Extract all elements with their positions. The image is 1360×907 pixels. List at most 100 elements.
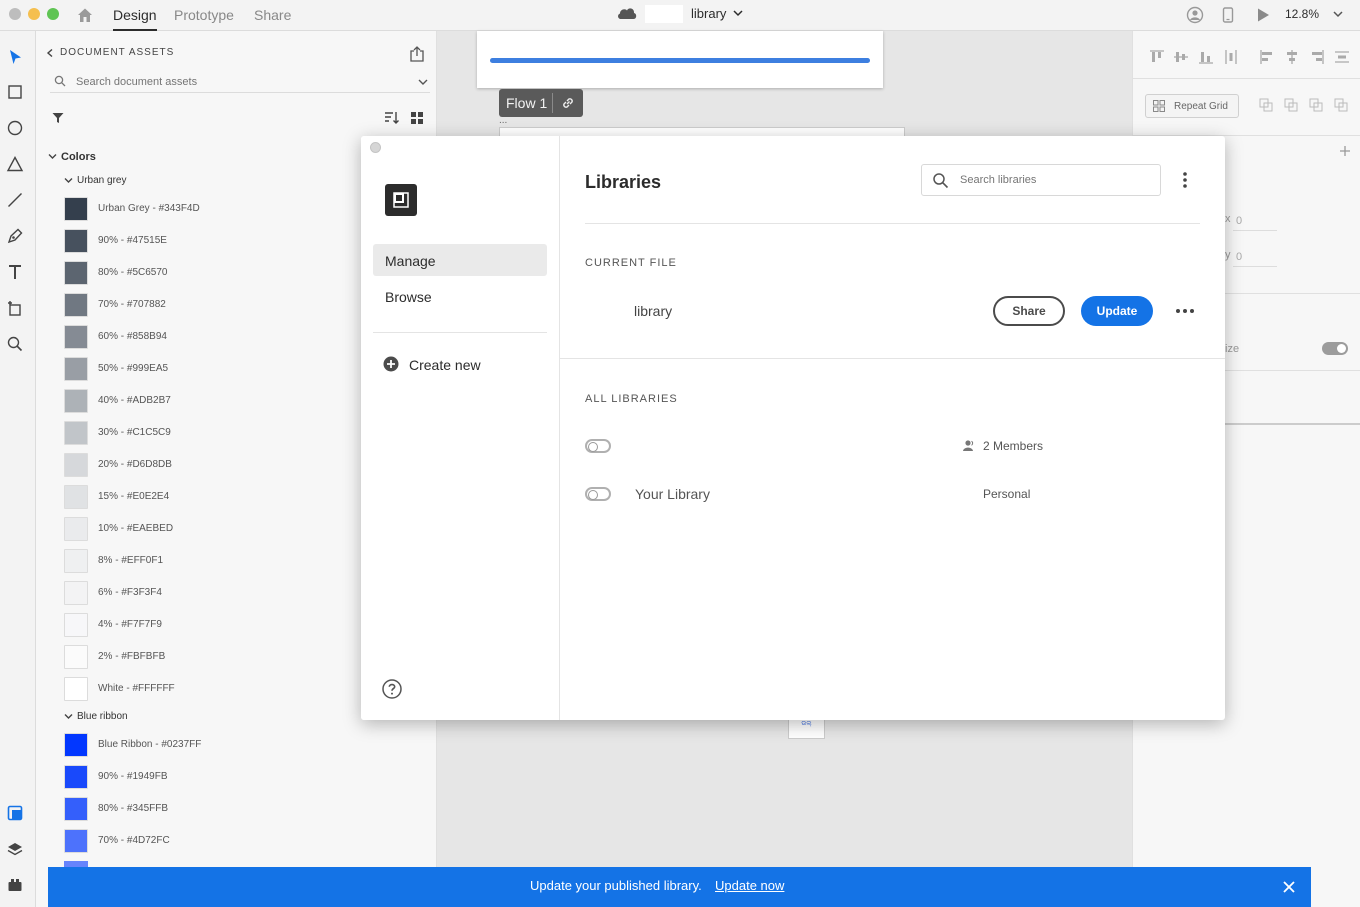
tab-design[interactable]: Design xyxy=(113,7,157,31)
colors-chevron-down-icon[interactable] xyxy=(48,153,57,160)
color-swatch[interactable] xyxy=(64,453,88,477)
color-swatch[interactable] xyxy=(64,549,88,573)
pen-tool-icon[interactable] xyxy=(6,227,24,245)
grid-view-icon[interactable] xyxy=(410,111,424,125)
text-tool-icon[interactable] xyxy=(6,263,24,281)
color-swatch[interactable] xyxy=(64,261,88,285)
share-export-icon[interactable] xyxy=(408,45,426,63)
x-value[interactable]: 0 xyxy=(1236,215,1242,227)
sort-icon[interactable] xyxy=(384,111,400,125)
boolean-exclude-icon[interactable] xyxy=(1334,98,1348,112)
color-swatch-item[interactable]: 70% - #4D72FC xyxy=(64,829,424,855)
tab-prototype[interactable]: Prototype xyxy=(174,7,234,23)
layers-icon[interactable] xyxy=(6,840,24,858)
polygon-tool-icon[interactable] xyxy=(6,155,24,173)
boolean-add-icon[interactable] xyxy=(1259,98,1273,112)
device-preview-icon[interactable] xyxy=(1219,6,1237,24)
home-icon[interactable] xyxy=(76,6,94,24)
color-group-label[interactable]: Blue ribbon xyxy=(77,711,128,722)
color-swatch[interactable] xyxy=(64,613,88,637)
color-swatch-item[interactable]: 90% - #1949FB xyxy=(64,765,424,791)
zoom-chevron-down-icon[interactable] xyxy=(1333,10,1343,18)
library-enable-toggle[interactable] xyxy=(585,487,611,501)
chevron-left-icon[interactable] xyxy=(46,49,54,57)
artboard-thumbnail[interactable]: ଉଲ୍ xyxy=(788,717,825,739)
color-swatch[interactable] xyxy=(64,389,88,413)
color-swatch[interactable] xyxy=(64,325,88,349)
responsive-resize-toggle[interactable] xyxy=(1322,342,1348,355)
color-swatch[interactable] xyxy=(64,733,88,757)
more-vertical-icon[interactable] xyxy=(1179,170,1191,190)
color-swatch[interactable] xyxy=(64,581,88,605)
assets-icon[interactable] xyxy=(6,804,24,822)
color-swatch[interactable] xyxy=(64,517,88,541)
library-enable-toggle[interactable] xyxy=(585,439,611,453)
color-swatch[interactable] xyxy=(64,677,88,701)
user-icon[interactable] xyxy=(1186,6,1204,24)
color-swatch[interactable] xyxy=(64,485,88,509)
line-tool-icon[interactable] xyxy=(6,191,24,209)
zoom-tool-icon[interactable] xyxy=(6,335,24,353)
assets-search-input[interactable] xyxy=(76,73,396,91)
play-icon[interactable] xyxy=(1254,6,1272,24)
update-button[interactable]: Update xyxy=(1081,296,1153,326)
color-swatch[interactable] xyxy=(64,797,88,821)
filter-icon[interactable] xyxy=(52,112,64,124)
color-group-label[interactable]: Urban grey xyxy=(77,175,126,186)
y-value[interactable]: 0 xyxy=(1236,251,1242,263)
distribute-vertical-icon[interactable] xyxy=(1334,49,1350,65)
color-swatch-item[interactable]: 80% - #345FFB xyxy=(64,797,424,823)
tab-share[interactable]: Share xyxy=(254,7,291,23)
color-swatch[interactable] xyxy=(64,357,88,381)
members-icon xyxy=(963,440,974,451)
rectangle-tool-icon[interactable] xyxy=(6,83,24,101)
window-maximize-button[interactable] xyxy=(47,8,59,20)
color-swatch[interactable] xyxy=(64,229,88,253)
align-bottom-icon[interactable] xyxy=(1198,49,1214,65)
artboard-more[interactable]: ... xyxy=(499,115,507,126)
dialog-close-button[interactable] xyxy=(370,142,381,153)
plugins-icon[interactable] xyxy=(6,876,24,894)
artboard[interactable] xyxy=(477,31,883,88)
window-minimize-button[interactable] xyxy=(28,8,40,20)
color-swatch[interactable] xyxy=(64,645,88,669)
boolean-intersect-icon[interactable] xyxy=(1309,98,1323,112)
group-chevron-down-icon[interactable] xyxy=(64,713,73,720)
colors-section-label[interactable]: Colors xyxy=(61,151,96,163)
color-swatch[interactable] xyxy=(64,765,88,789)
ellipse-tool-icon[interactable] xyxy=(6,119,24,137)
align-right-icon[interactable] xyxy=(1309,49,1325,65)
align-center-icon[interactable] xyxy=(1284,49,1300,65)
update-now-link[interactable]: Update now xyxy=(715,878,784,893)
libraries-search-input[interactable] xyxy=(960,172,1150,188)
artboard-tool-icon[interactable] xyxy=(6,299,24,317)
repeat-grid-button[interactable]: Repeat Grid xyxy=(1145,94,1239,118)
boolean-subtract-icon[interactable] xyxy=(1284,98,1298,112)
align-left-icon[interactable] xyxy=(1259,49,1275,65)
flow-badge[interactable]: Flow 1 xyxy=(499,89,583,117)
chevron-down-icon[interactable] xyxy=(418,78,428,86)
sidebar-item-browse[interactable]: Browse xyxy=(373,280,547,312)
document-title[interactable]: library xyxy=(691,6,726,21)
more-horizontal-icon[interactable] xyxy=(1175,304,1195,318)
color-swatch[interactable] xyxy=(64,293,88,317)
share-button[interactable]: Share xyxy=(993,296,1065,326)
window-close-button[interactable] xyxy=(9,8,21,20)
color-swatch[interactable] xyxy=(64,421,88,445)
color-swatch[interactable] xyxy=(64,829,88,853)
align-top-icon[interactable] xyxy=(1149,49,1165,65)
distribute-horizontal-icon[interactable] xyxy=(1223,49,1239,65)
create-new-button[interactable]: Create new xyxy=(383,355,523,375)
link-icon[interactable] xyxy=(560,95,576,111)
select-tool-icon[interactable] xyxy=(6,48,24,66)
sidebar-item-manage[interactable]: Manage xyxy=(373,244,547,276)
help-icon[interactable] xyxy=(382,679,402,699)
plus-icon[interactable] xyxy=(1339,145,1351,157)
align-middle-icon[interactable] xyxy=(1173,49,1189,65)
color-swatch[interactable] xyxy=(64,197,88,221)
group-chevron-down-icon[interactable] xyxy=(64,177,73,184)
close-icon[interactable] xyxy=(1282,880,1296,894)
zoom-level[interactable]: 12.8% xyxy=(1285,7,1319,21)
chevron-down-icon[interactable] xyxy=(733,9,743,17)
color-swatch-item[interactable]: Blue Ribbon - #0237FF xyxy=(64,733,424,759)
